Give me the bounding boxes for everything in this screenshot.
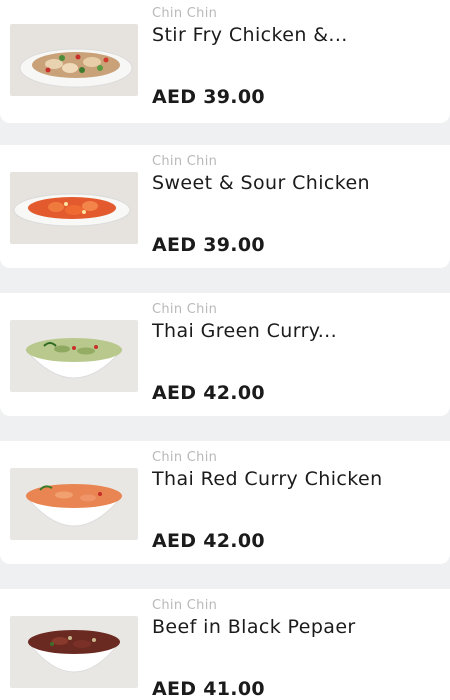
restaurant-name: Chin Chin xyxy=(152,598,218,613)
menu-item-card[interactable]: Chin Chin Beef in Black Pepaer AED 41.00 xyxy=(0,589,450,700)
dish-name: Stir Fry Chicken &... xyxy=(152,24,348,46)
dish-price: AED 41.00 xyxy=(152,678,265,700)
dish-price: AED 39.00 xyxy=(152,86,265,108)
menu-item-card[interactable]: Chin Chin Stir Fry Chicken &... AED 39.0… xyxy=(0,0,450,123)
restaurant-name: Chin Chin xyxy=(152,154,218,169)
menu-item-card[interactable]: Chin Chin Thai Green Curry... AED 42.00 xyxy=(0,293,450,416)
dish-name: Thai Red Curry Chicken xyxy=(152,468,383,490)
thai-red-curry-photo[interactable] xyxy=(10,468,138,540)
menu-item-card[interactable]: Chin Chin Sweet & Sour Chicken AED 39.00 xyxy=(0,145,450,268)
thai-green-curry-photo[interactable] xyxy=(10,320,138,392)
restaurant-name: Chin Chin xyxy=(152,450,218,465)
menu-item-list: Chin Chin Stir Fry Chicken &... AED 39.0… xyxy=(0,0,450,700)
dish-price: AED 42.00 xyxy=(152,530,265,552)
restaurant-name: Chin Chin xyxy=(152,6,218,21)
dish-name: Sweet & Sour Chicken xyxy=(152,172,370,194)
beef-black-pepper-photo[interactable] xyxy=(10,616,138,688)
dish-name: Beef in Black Pepaer xyxy=(152,616,356,638)
dish-price: AED 39.00 xyxy=(152,234,265,256)
dish-price: AED 42.00 xyxy=(152,382,265,404)
restaurant-name: Chin Chin xyxy=(152,302,218,317)
dish-name: Thai Green Curry... xyxy=(152,320,338,342)
stir-fry-chicken-photo[interactable] xyxy=(10,24,138,96)
sweet-sour-chicken-photo[interactable] xyxy=(10,172,138,244)
menu-item-card[interactable]: Chin Chin Thai Red Curry Chicken AED 42.… xyxy=(0,441,450,564)
